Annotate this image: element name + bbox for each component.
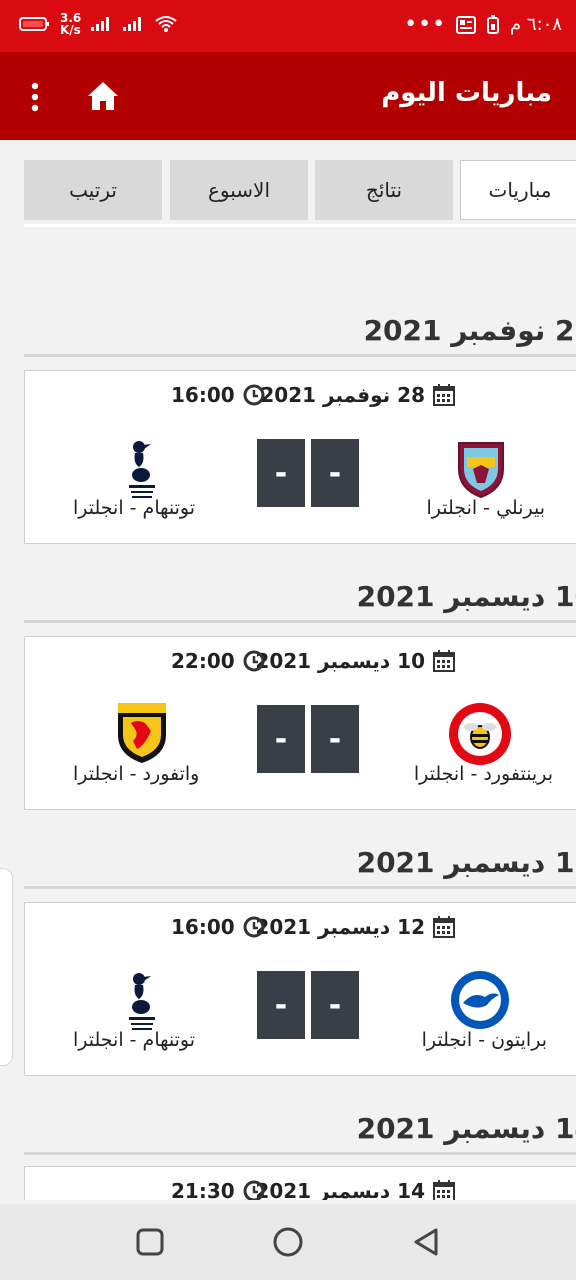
- match-date: 12 ديسمبر 2021: [255, 915, 455, 939]
- home-team: برايتون - انجلترا: [421, 1029, 547, 1051]
- score-home: -: [311, 971, 359, 1039]
- tab-results[interactable]: نتائج: [315, 160, 453, 220]
- clock: ٦:٠٨ م: [510, 14, 562, 35]
- section-date-header: 10 ديسمبر 2021: [356, 580, 576, 613]
- match-date: 10 ديسمبر 2021: [255, 649, 455, 673]
- match-time-text: 16:00: [171, 383, 235, 407]
- section-divider: [24, 354, 576, 357]
- section-divider: [24, 1152, 576, 1155]
- match-time-text: 22:00: [171, 649, 235, 673]
- battery-saver-icon: [19, 17, 49, 31]
- tottenham-crest-icon: [129, 973, 155, 1030]
- score-away: -: [257, 971, 305, 1039]
- score-box: - -: [257, 439, 363, 507]
- battery-icon: [487, 14, 500, 34]
- brentford-crest-icon: [449, 703, 511, 765]
- tab-standings[interactable]: ترتيب: [24, 160, 162, 220]
- clock-icon: [243, 916, 265, 938]
- match-date-text: 28 نوفمبر 2021: [260, 383, 425, 407]
- section-date-header: 14 ديسمبر 2021: [356, 1112, 576, 1145]
- match-time: 16:00: [171, 915, 265, 939]
- clock-icon: [243, 384, 265, 406]
- match-card[interactable]: 12 ديسمبر 2021 16:00 - - برايتون - انجلت…: [24, 902, 576, 1076]
- section-date-header: 12 ديسمبر 2021: [356, 846, 576, 879]
- calendar-icon: [433, 384, 455, 406]
- score-home: -: [311, 705, 359, 773]
- section-divider: [24, 886, 576, 889]
- match-card[interactable]: 28 نوفمبر 2021 16:00 - - بيرنلي - انجلتر…: [24, 370, 576, 544]
- score-away: -: [257, 705, 305, 773]
- home-team: بيرنلي - انجلترا: [426, 497, 545, 519]
- match-date-text: 12 ديسمبر 2021: [255, 915, 425, 939]
- signal-icon: [91, 17, 110, 31]
- calendar-icon: [433, 650, 455, 672]
- tottenham-crest-icon: [129, 441, 155, 498]
- score-box: - -: [257, 971, 363, 1039]
- matches-list: 28 نوفمبر 2021 28 نوفمبر 2021 16:00 - - …: [0, 230, 576, 1200]
- home-icon[interactable]: [86, 80, 120, 112]
- match-time-text: 16:00: [171, 915, 235, 939]
- brighton-crest-icon: [451, 971, 509, 1029]
- away-team: توتنهام - انجلترا: [73, 497, 195, 519]
- clock-icon: [243, 1180, 265, 1200]
- recent-apps-icon[interactable]: [134, 1226, 166, 1258]
- network-speed: 3.6 K/s: [60, 12, 81, 36]
- signal-icon-2: [123, 17, 142, 31]
- tab-underline: [24, 224, 576, 227]
- burnley-crest-icon: [458, 442, 504, 499]
- match-date: 28 نوفمبر 2021: [260, 383, 455, 407]
- page-title: مباريات اليوم: [381, 78, 552, 108]
- status-left: 3.6 K/s: [18, 12, 177, 36]
- match-date-text: 14 ديسمبر 2021: [255, 1179, 425, 1200]
- section-date-header: 28 نوفمبر 2021: [363, 314, 576, 347]
- section-divider: [24, 620, 576, 623]
- wifi-icon: [155, 16, 177, 32]
- match-card[interactable]: 10 ديسمبر 2021 22:00 - - برينتفورد - انج…: [24, 636, 576, 810]
- match-date: 14 ديسمبر 2021: [255, 1179, 455, 1200]
- score-box: - -: [257, 705, 363, 773]
- notification-dots: •••: [404, 12, 447, 37]
- calendar-icon: [433, 1180, 455, 1200]
- match-time: 21:30: [171, 1179, 265, 1200]
- back-icon[interactable]: [410, 1226, 442, 1258]
- match-card[interactable]: 14 ديسمبر 2021 21:30: [24, 1166, 576, 1200]
- system-nav-bar: [0, 1204, 576, 1280]
- app-bar: مباريات اليوم: [0, 52, 576, 140]
- clock-icon: [243, 650, 265, 672]
- score-away: -: [257, 439, 305, 507]
- status-right: ٦:٠٨ م •••: [404, 12, 562, 37]
- tab-bar: مباريات نتائج الاسبوع ترتيب: [0, 158, 576, 228]
- match-date-text: 10 ديسمبر 2021: [255, 649, 425, 673]
- home-team: برينتفورد - انجلترا: [413, 763, 553, 785]
- away-team: توتنهام - انجلترا: [73, 1029, 195, 1051]
- home-button-icon[interactable]: [272, 1226, 304, 1258]
- score-home: -: [311, 439, 359, 507]
- calendar-icon: [433, 916, 455, 938]
- away-team: واتفورد - انجلترا: [73, 763, 200, 785]
- network-speed-unit: K/s: [60, 23, 81, 37]
- tab-week[interactable]: الاسبوع: [170, 160, 308, 220]
- more-options-icon[interactable]: [30, 82, 40, 112]
- tab-matches[interactable]: مباريات: [460, 160, 576, 220]
- match-time-text: 21:30: [171, 1179, 235, 1200]
- watford-crest-icon: [118, 703, 166, 763]
- match-time: 16:00: [171, 383, 265, 407]
- match-time: 22:00: [171, 649, 265, 673]
- status-bar: 3.6 K/s ٦:٠٨ م •••: [0, 0, 576, 52]
- news-icon: [456, 15, 477, 34]
